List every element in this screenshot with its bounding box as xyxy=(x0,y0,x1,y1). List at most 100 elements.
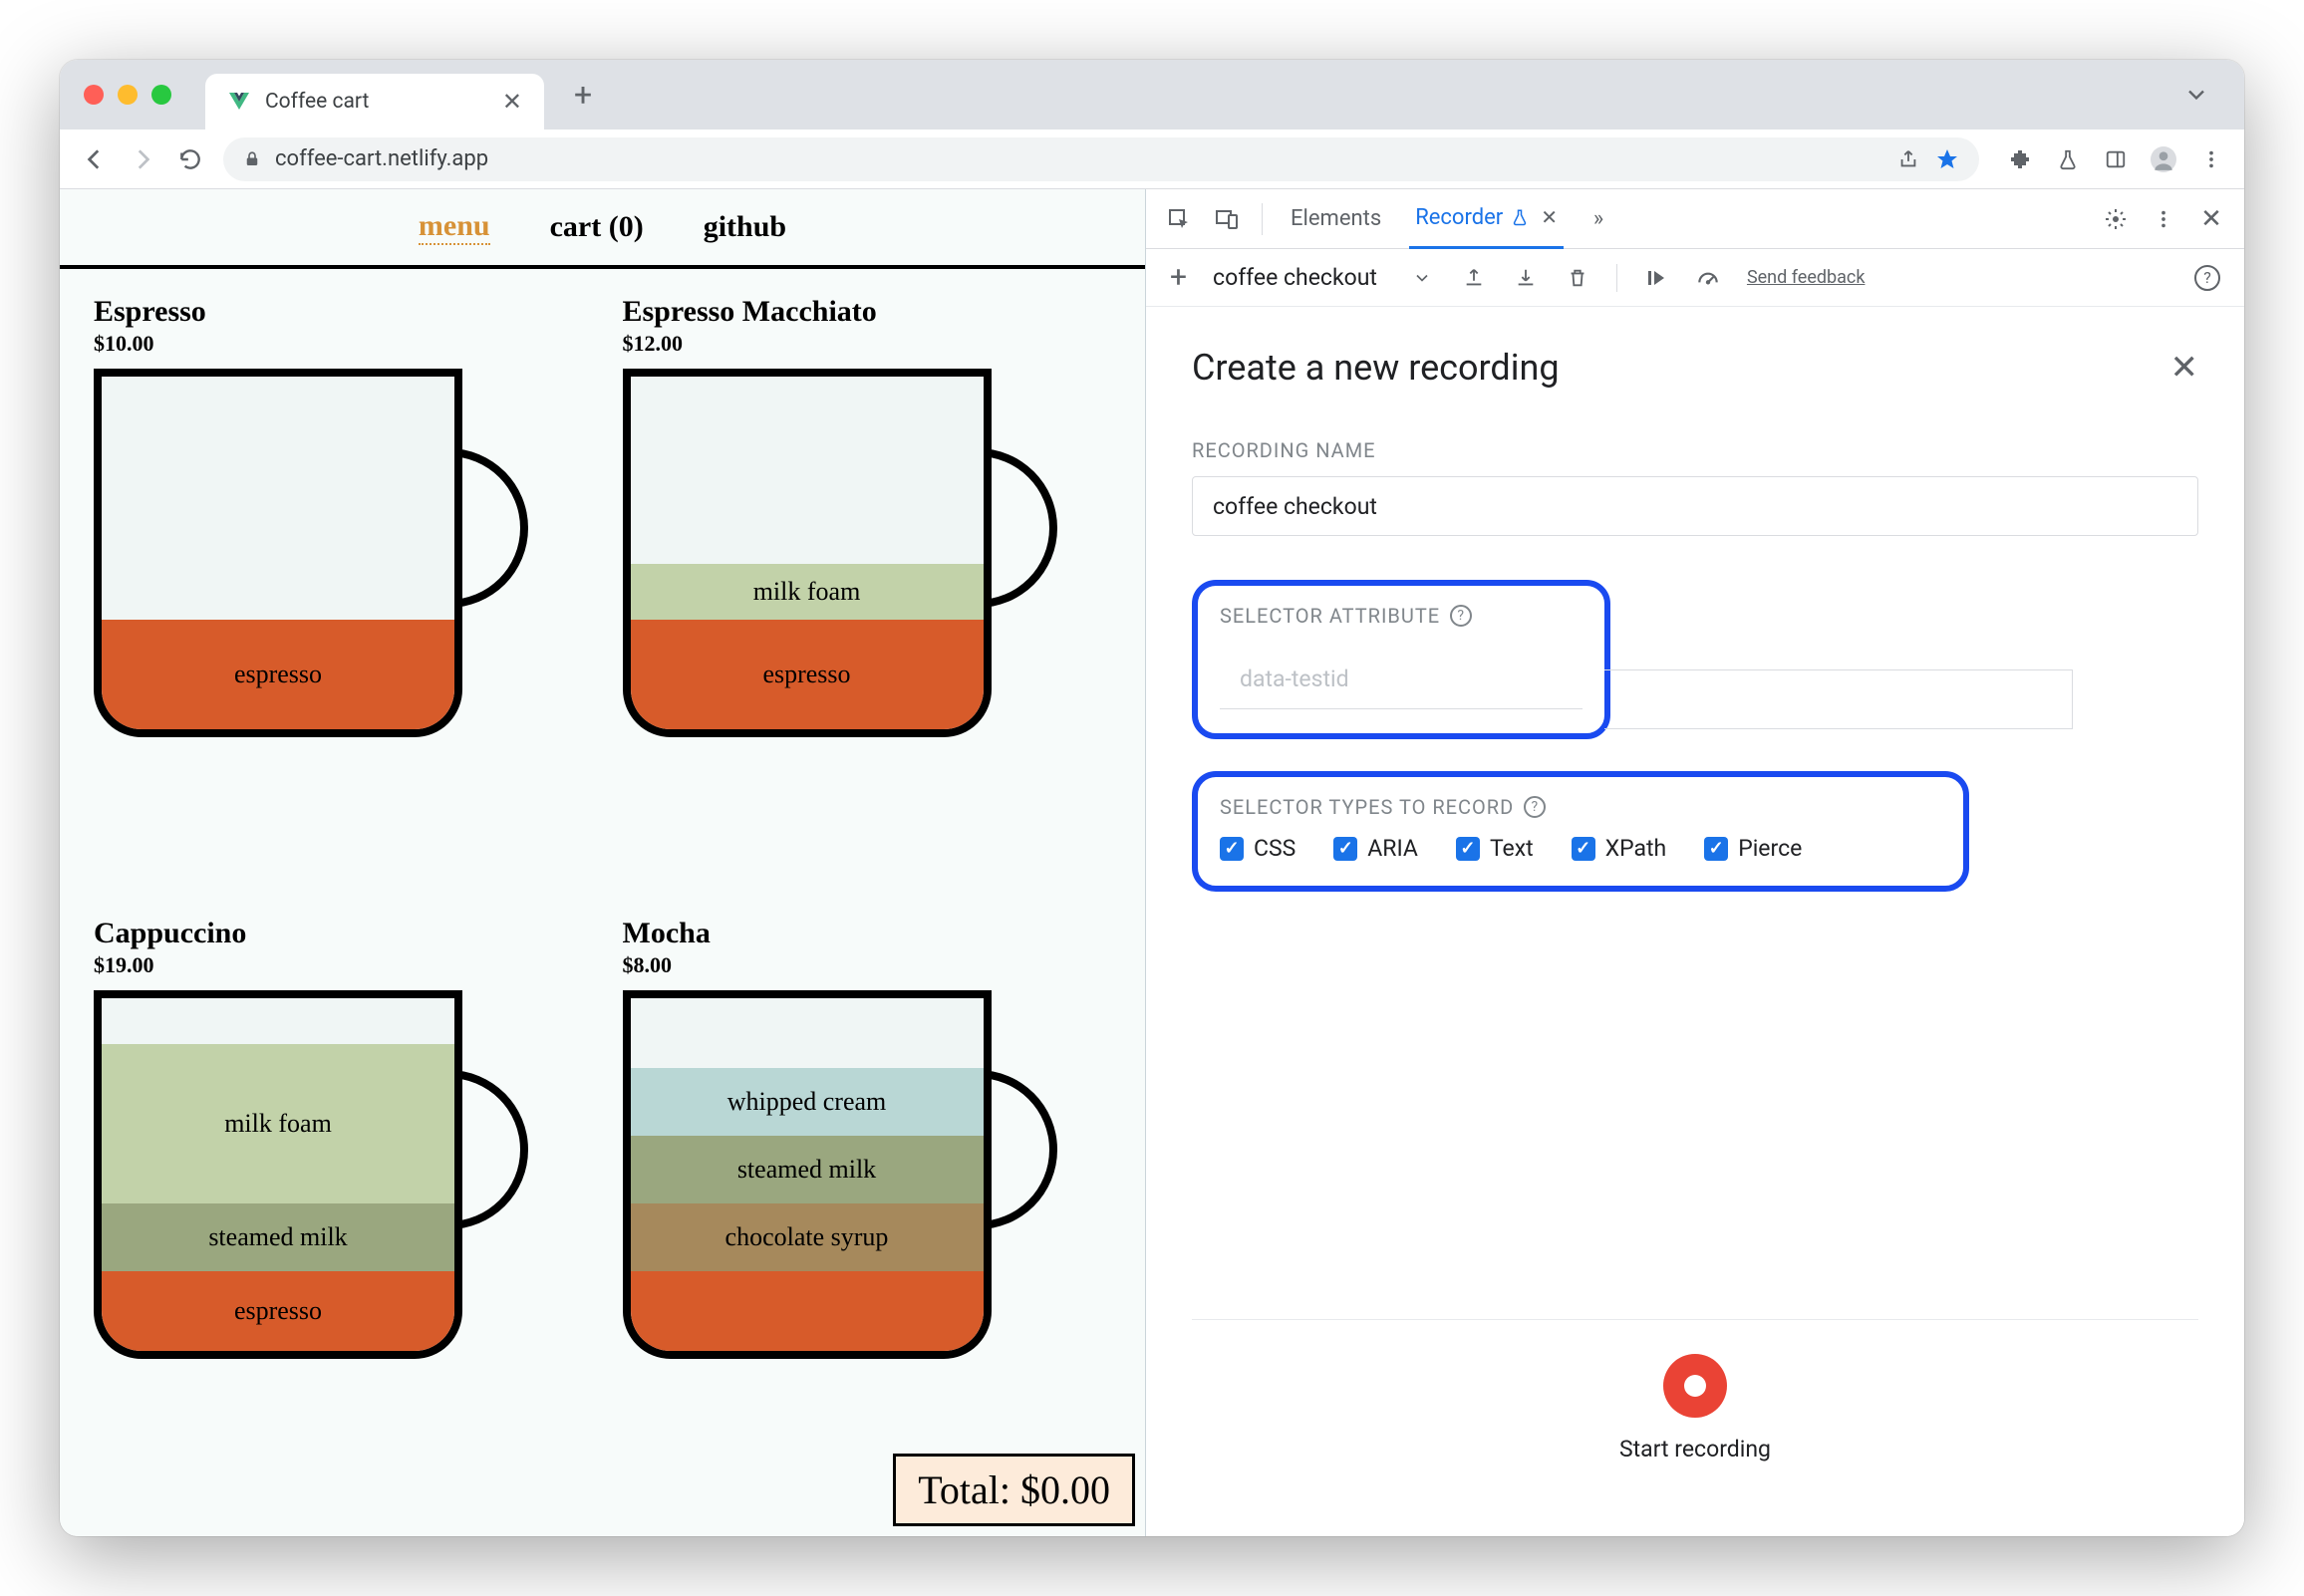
lock-icon xyxy=(243,150,261,168)
more-tabs-icon[interactable]: » xyxy=(1585,206,1611,232)
start-recording-label: Start recording xyxy=(1619,1436,1771,1463)
side-panel-icon[interactable] xyxy=(2103,146,2129,172)
replay-icon[interactable] xyxy=(1643,265,1669,291)
close-window-button[interactable] xyxy=(84,85,104,105)
extensions-icon[interactable] xyxy=(2007,146,2033,172)
product-price: $10.00 xyxy=(94,331,583,357)
layer-espresso xyxy=(631,1271,984,1351)
layer-espresso: espresso xyxy=(631,620,984,729)
reload-button[interactable] xyxy=(175,144,205,174)
url-text: coffee-cart.netlify.app xyxy=(275,146,1883,171)
selector-types-label: SELECTOR TYPES TO RECORD ? xyxy=(1220,795,1941,819)
tab-recorder-close-icon[interactable]: ✕ xyxy=(1541,205,1558,229)
layer-whipped: whipped cream xyxy=(631,1068,984,1136)
minimize-window-button[interactable] xyxy=(118,85,138,105)
share-icon[interactable] xyxy=(1897,148,1919,170)
panel-title: Create a new recording xyxy=(1192,347,1560,389)
recorder-toolbar: + coffee checkout Send feedback ? xyxy=(1146,249,2244,307)
help-icon[interactable]: ? xyxy=(2194,265,2220,291)
new-recording-button[interactable]: + xyxy=(1170,260,1187,295)
layer-espresso: espresso xyxy=(102,620,454,729)
product-name: Espresso xyxy=(94,295,583,329)
profile-avatar-icon[interactable] xyxy=(2151,146,2176,172)
selector-types-highlight: SELECTOR TYPES TO RECORD ? ✓CSS ✓ARIA ✓T… xyxy=(1192,771,1969,892)
devtools-panel: Elements Recorder ✕ » ✕ + coffee checkou… xyxy=(1146,189,2244,1536)
start-recording-button[interactable] xyxy=(1663,1354,1727,1418)
layer-espresso: espresso xyxy=(102,1271,454,1351)
help-icon[interactable]: ? xyxy=(1524,796,1546,818)
layer-milkfoam: milk foam xyxy=(631,564,984,620)
browser-toolbar: coffee-cart.netlify.app xyxy=(60,130,2244,189)
product-name: Cappuccino xyxy=(94,917,583,950)
devtools-tabbar: Elements Recorder ✕ » ✕ xyxy=(1146,189,2244,249)
recording-name-section: RECORDING NAME xyxy=(1192,438,2198,536)
product-price: $12.00 xyxy=(623,331,1112,357)
checkbox-aria[interactable]: ✓ARIA xyxy=(1333,835,1418,862)
export-icon[interactable] xyxy=(1461,265,1487,291)
address-bar[interactable]: coffee-cart.netlify.app xyxy=(223,137,1979,181)
recorder-footer: Start recording xyxy=(1192,1319,2198,1496)
cup-macchiato: milk foam espresso xyxy=(623,369,1051,737)
titlebar: Coffee cart ✕ + xyxy=(60,60,2244,130)
checkbox-css[interactable]: ✓CSS xyxy=(1220,835,1296,862)
product-espresso[interactable]: Espresso $10.00 espresso xyxy=(94,295,583,889)
device-toolbar-icon[interactable] xyxy=(1214,206,1240,232)
product-price: $19.00 xyxy=(94,952,583,978)
nav-menu[interactable]: menu xyxy=(419,209,490,245)
tab-title: Coffee cart xyxy=(265,90,488,114)
checkbox-pierce[interactable]: ✓Pierce xyxy=(1704,835,1802,862)
product-price: $8.00 xyxy=(623,952,1112,978)
bookmark-star-icon[interactable] xyxy=(1935,147,1959,171)
send-feedback-link[interactable]: Send feedback xyxy=(1747,268,1866,288)
dropdown-icon[interactable] xyxy=(1409,265,1435,291)
forward-button[interactable] xyxy=(128,144,157,174)
cart-total[interactable]: Total: $0.00 xyxy=(893,1454,1135,1526)
delete-icon[interactable] xyxy=(1565,265,1590,291)
product-espresso-macchiato[interactable]: Espresso Macchiato $12.00 milk foam espr… xyxy=(623,295,1112,889)
recorder-body: Create a new recording ✕ RECORDING NAME … xyxy=(1146,307,2244,1536)
product-name: Espresso Macchiato xyxy=(623,295,1112,329)
checkbox-xpath[interactable]: ✓XPath xyxy=(1572,835,1667,862)
devtools-menu-icon[interactable] xyxy=(2151,206,2176,232)
selector-types-row: ✓CSS ✓ARIA ✓Text ✓XPath ✓Pierce xyxy=(1220,835,1941,862)
back-button[interactable] xyxy=(80,144,110,174)
performance-icon[interactable] xyxy=(1695,265,1721,291)
selector-attribute-input[interactable] xyxy=(1220,650,1583,709)
new-tab-button[interactable]: + xyxy=(574,76,592,114)
browser-window: Coffee cart ✕ + coffee-cart.netlify.app xyxy=(60,60,2244,1536)
help-icon[interactable]: ? xyxy=(1450,605,1472,627)
devtools-close-icon[interactable]: ✕ xyxy=(2198,206,2224,232)
layer-chocolate: chocolate syrup xyxy=(631,1203,984,1271)
layer-milkfoam: milk foam xyxy=(102,1044,454,1203)
devtools-settings-icon[interactable] xyxy=(2103,206,2129,232)
inspect-element-icon[interactable] xyxy=(1166,206,1192,232)
tab-recorder[interactable]: Recorder ✕ xyxy=(1409,189,1564,249)
current-flow-name[interactable]: coffee checkout xyxy=(1213,264,1377,291)
cup-espresso: espresso xyxy=(94,369,522,737)
checkbox-text[interactable]: ✓Text xyxy=(1456,835,1534,862)
recording-name-input[interactable] xyxy=(1192,476,2198,536)
nav-github[interactable]: github xyxy=(704,210,786,244)
tab-close-icon[interactable]: ✕ xyxy=(502,88,522,116)
import-icon[interactable] xyxy=(1513,265,1539,291)
panel-close-icon[interactable]: ✕ xyxy=(2170,348,2199,388)
layer-steamed: steamed milk xyxy=(102,1203,454,1271)
vue-favicon-icon xyxy=(227,90,251,114)
labs-icon[interactable] xyxy=(2055,146,2081,172)
chrome-menu-icon[interactable] xyxy=(2198,146,2224,172)
app-nav: menu cart (0) github xyxy=(60,189,1145,269)
layer-steamed: steamed milk xyxy=(631,1136,984,1203)
tab-elements[interactable]: Elements xyxy=(1285,190,1387,247)
selector-attribute-highlight: SELECTOR ATTRIBUTE ? xyxy=(1192,580,1610,739)
maximize-window-button[interactable] xyxy=(151,85,171,105)
cup-mocha: whipped cream steamed milk chocolate syr… xyxy=(623,990,1051,1359)
product-cappuccino[interactable]: Cappuccino $19.00 milk foam steamed milk… xyxy=(94,917,583,1510)
cup-cappuccino: milk foam steamed milk espresso xyxy=(94,990,522,1359)
coffee-cart-page: menu cart (0) github Espresso $10.00 esp… xyxy=(60,189,1146,1536)
traffic-lights xyxy=(84,85,171,105)
browser-tab[interactable]: Coffee cart ✕ xyxy=(205,74,544,130)
content-split: menu cart (0) github Espresso $10.00 esp… xyxy=(60,189,2244,1536)
tabs-dropdown-icon[interactable] xyxy=(2182,81,2210,109)
nav-cart[interactable]: cart (0) xyxy=(550,210,644,244)
product-mocha[interactable]: Mocha $8.00 whipped cream steamed milk c… xyxy=(623,917,1112,1510)
